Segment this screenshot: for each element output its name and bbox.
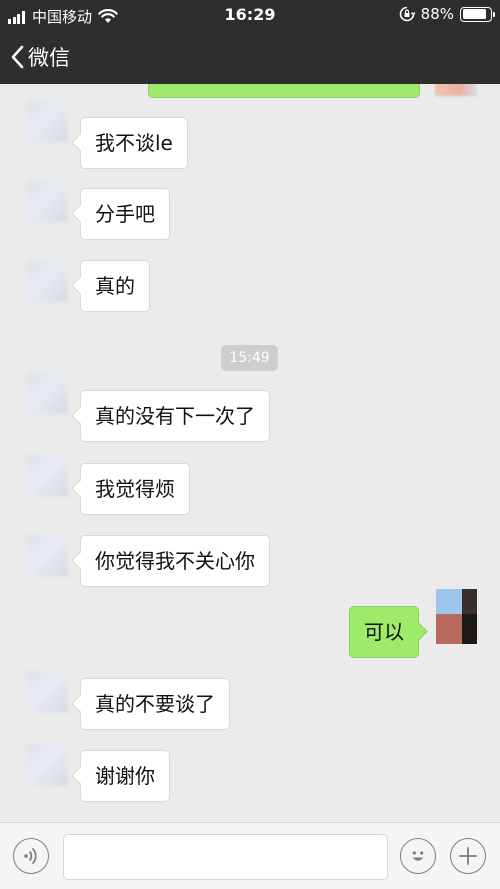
message-bubble-received[interactable]: 真的没有下一次了 <box>80 390 270 442</box>
back-label: 微信 <box>28 46 70 70</box>
emoji-button[interactable] <box>400 838 436 874</box>
emoji-icon <box>412 851 424 861</box>
input-bar <box>0 822 500 889</box>
message-bubble-sent[interactable]: 可以 <box>349 606 419 658</box>
avatar[interactable] <box>26 454 68 496</box>
voice-button[interactable] <box>13 838 49 874</box>
status-bar: 中国移动 16:29 88% <box>0 0 500 30</box>
plus-button[interactable] <box>450 838 486 874</box>
rotation-lock-icon <box>399 6 415 22</box>
message-bubble-received[interactable]: 真的 <box>80 260 150 312</box>
chat-area[interactable]: 我不谈le 分手吧 真的 15:49 真的没有下一次了 我觉得烦 你觉得我不关心… <box>0 84 500 822</box>
status-right: 88% <box>399 5 495 23</box>
avatar[interactable] <box>26 180 68 222</box>
avatar[interactable] <box>26 534 68 576</box>
battery-fill <box>462 9 487 19</box>
avatar[interactable] <box>26 744 68 786</box>
battery-icon <box>460 6 495 22</box>
avatar[interactable] <box>26 100 68 142</box>
battery-percent: 88% <box>420 5 454 23</box>
avatar-image <box>435 589 477 644</box>
avatar[interactable] <box>26 670 68 712</box>
message-bubble-received[interactable]: 分手吧 <box>80 188 170 240</box>
avatar[interactable] <box>26 260 68 302</box>
plus-icon <box>459 847 477 865</box>
message-bubble-received[interactable]: 我觉得烦 <box>80 463 190 515</box>
message-bubble-received[interactable]: 你觉得我不关心你 <box>80 535 270 587</box>
message-bubble-received[interactable]: 谢谢你 <box>80 750 170 802</box>
message-bubble-received[interactable]: 真的不要谈了 <box>80 678 230 730</box>
message-input[interactable] <box>63 834 388 880</box>
avatar[interactable] <box>435 589 477 644</box>
chevron-left-icon <box>11 45 24 69</box>
avatar[interactable] <box>26 372 68 414</box>
avatar[interactable] <box>435 84 477 96</box>
back-button[interactable]: 微信 <box>10 42 70 72</box>
nav-bar: 微信 <box>0 30 500 84</box>
voice-icon <box>24 847 37 865</box>
chat-timestamp: 15:49 <box>221 345 278 371</box>
partial-sent-bubble[interactable] <box>148 84 420 98</box>
message-bubble-received[interactable]: 我不谈le <box>80 117 188 169</box>
